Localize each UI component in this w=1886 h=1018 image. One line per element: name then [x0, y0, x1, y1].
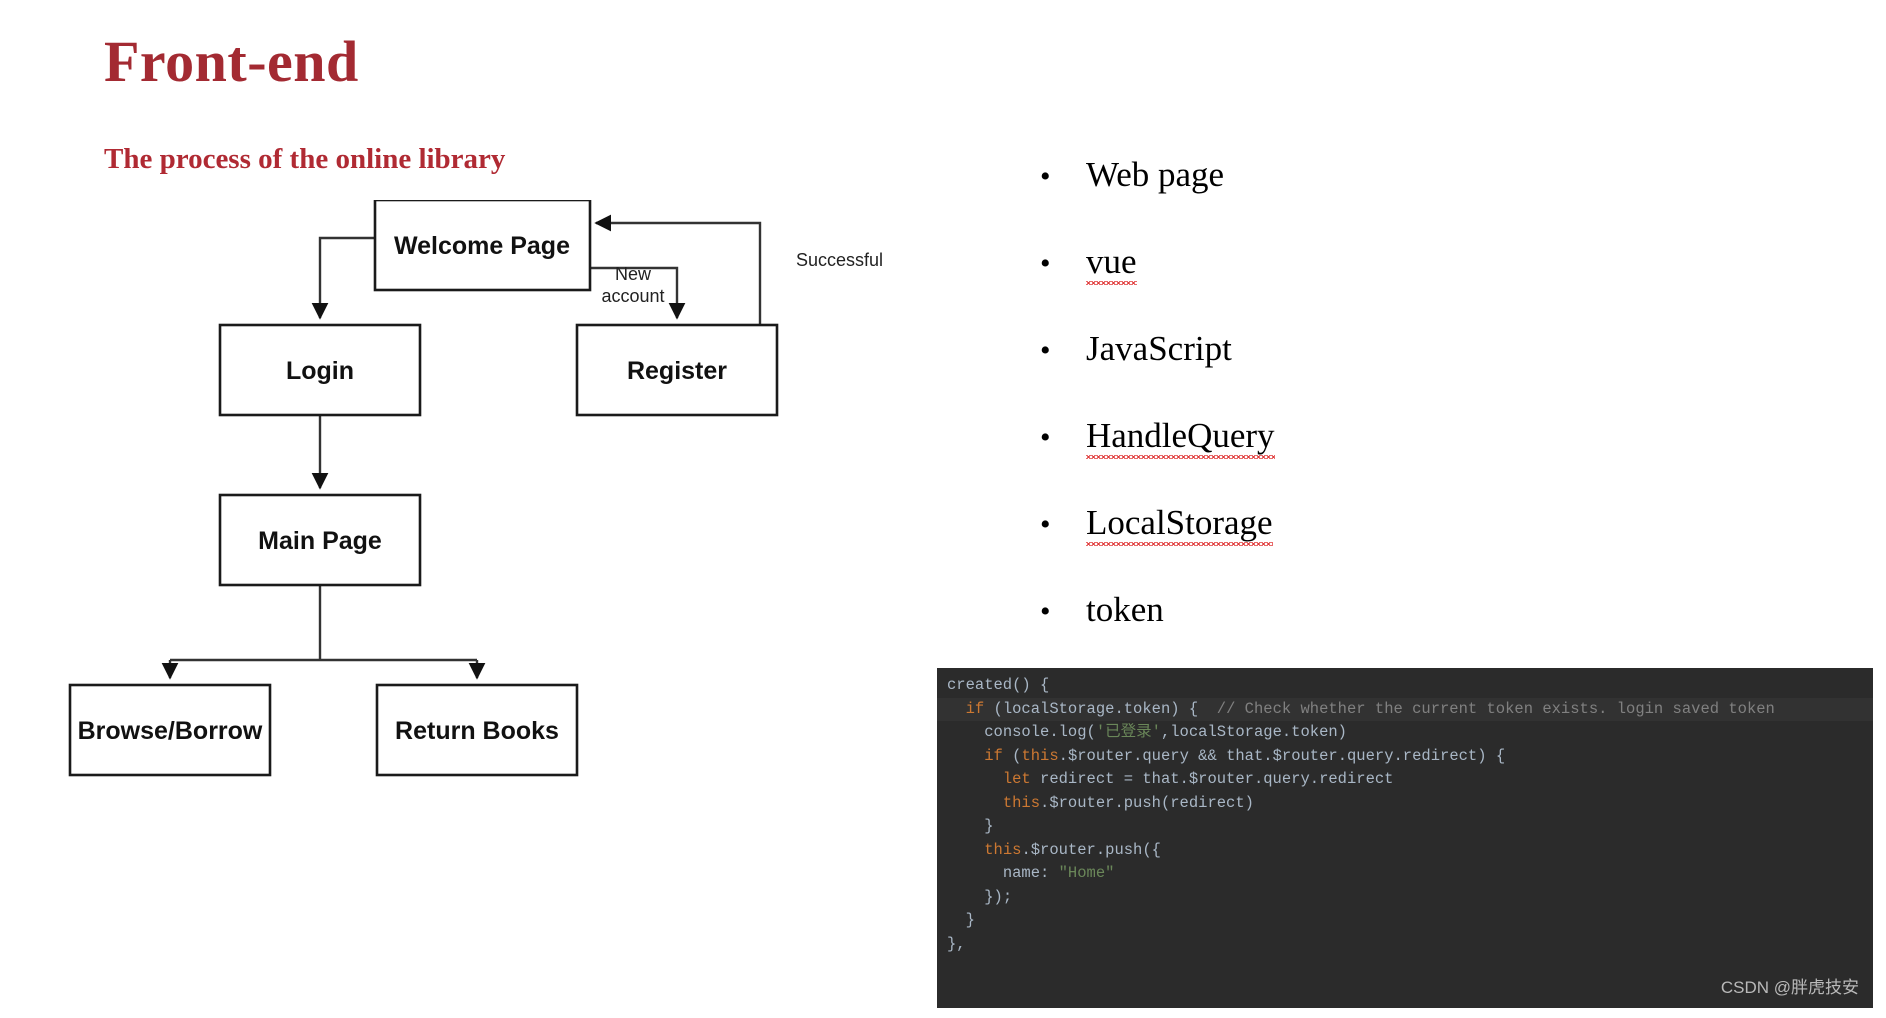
- bullet-dot-icon: •: [1040, 247, 1051, 280]
- code-line: });: [937, 886, 1873, 910]
- code-token: });: [984, 887, 1013, 906]
- code-token: let: [1002, 770, 1031, 788]
- bullet-dot-icon: •: [1040, 421, 1051, 454]
- flowchart-nodes: Welcome Page Login Register Main Page Br…: [68, 200, 779, 777]
- bullet-dot-icon: •: [1040, 334, 1051, 367]
- edge-welcome-to-login: [311, 236, 375, 320]
- bullet-label: token: [1086, 590, 1164, 629]
- code-snippet-panel: created() { if (localStorage.token) { //…: [937, 668, 1873, 1008]
- bullet-label: Web page: [1086, 155, 1225, 194]
- code-line: name: "Home": [937, 862, 1873, 886]
- code-line: if (localStorage.token) { // Check wheth…: [937, 697, 1873, 721]
- code-token: (localStorage.token) {: [984, 699, 1217, 718]
- flowchart-edge-labels: New account Successful: [601, 250, 883, 306]
- list-item: • LocalStorage: [1040, 503, 1680, 590]
- code-token: .$router.push({: [1021, 840, 1161, 859]
- list-item: • Web page: [1040, 155, 1680, 242]
- bullet-label: LocalStorage: [1086, 503, 1273, 546]
- code-token: ,localStorage.token): [1160, 723, 1347, 741]
- node-return-books: Return Books: [375, 683, 579, 777]
- node-welcome-page-label: Welcome Page: [394, 232, 570, 260]
- edge-label-successful: Successful: [796, 250, 883, 270]
- code-token: redirect = that.$router.query.redirect: [1030, 770, 1394, 788]
- code-line: },: [937, 933, 1873, 957]
- list-item: • token: [1040, 590, 1680, 677]
- code-token: if: [965, 699, 985, 718]
- code-line: console.log('已登录',localStorage.token): [937, 721, 1873, 745]
- node-browse-borrow: Browse/Borrow: [68, 683, 272, 777]
- bullet-dot-icon: •: [1040, 595, 1051, 628]
- code-token: console.log(: [984, 723, 1096, 741]
- node-main-page-label: Main Page: [258, 527, 382, 555]
- code-token: "Home": [1058, 864, 1115, 882]
- list-item: • HandleQuery: [1040, 416, 1680, 503]
- code-token: '已登录': [1095, 723, 1161, 741]
- node-return-books-label: Return Books: [395, 717, 559, 745]
- code-token: if: [984, 746, 1003, 765]
- code-line: }: [937, 815, 1873, 839]
- code-token: created() {: [947, 676, 1050, 694]
- code-token: (: [1002, 746, 1022, 765]
- code-line: created() {: [937, 674, 1873, 698]
- edge-label-new-account-line2: account: [601, 286, 664, 306]
- node-browse-borrow-label: Browse/Borrow: [78, 717, 263, 745]
- page-title: Front-end: [104, 29, 359, 94]
- code-token: this: [1002, 793, 1041, 812]
- code-line: let redirect = that.$router.query.redire…: [937, 768, 1873, 792]
- node-login-label: Login: [286, 357, 354, 385]
- node-main-page: Main Page: [218, 493, 422, 587]
- code-line: this.$router.push(redirect): [937, 792, 1873, 816]
- bullet-label: vue: [1086, 242, 1137, 285]
- node-register: Register: [575, 323, 779, 417]
- code-token: },: [947, 934, 966, 953]
- edge-label-new-account-line1: New: [615, 264, 652, 284]
- list-item: • JavaScript: [1040, 329, 1680, 416]
- node-login: Login: [218, 323, 422, 417]
- code-lines: created() { if (localStorage.token) { //…: [937, 674, 1873, 956]
- bullet-dot-icon: •: [1040, 508, 1051, 541]
- bullet-label: HandleQuery: [1086, 416, 1275, 459]
- code-token: this: [1021, 746, 1059, 765]
- code-token: .$router.push(redirect): [1040, 793, 1254, 812]
- code-line: if (this.$router.query && that.$router.q…: [937, 745, 1873, 769]
- flowchart-diagram: Welcome Page Login Register Main Page Br…: [60, 200, 960, 940]
- code-token: }: [965, 911, 975, 929]
- code-line: this.$router.push({: [937, 839, 1873, 863]
- code-token: // Check whether the current token exist…: [1216, 699, 1775, 718]
- bullet-dot-icon: •: [1040, 160, 1051, 193]
- feature-bullet-list: • Web page • vue • JavaScript • HandleQu…: [1040, 155, 1680, 677]
- code-line: }: [937, 909, 1873, 933]
- code-token: this: [984, 840, 1022, 859]
- code-token: .$router.query && that.$router.query.red…: [1058, 746, 1506, 765]
- bullet-label: JavaScript: [1086, 329, 1232, 368]
- page-subtitle: The process of the online library: [104, 143, 506, 175]
- node-register-label: Register: [627, 357, 727, 385]
- list-item: • vue: [1040, 242, 1680, 329]
- node-welcome-page: Welcome Page: [373, 200, 592, 292]
- code-token: }: [984, 817, 994, 835]
- code-token: name:: [1002, 864, 1059, 882]
- watermark-label: CSDN @胖虎技安: [1720, 977, 1859, 997]
